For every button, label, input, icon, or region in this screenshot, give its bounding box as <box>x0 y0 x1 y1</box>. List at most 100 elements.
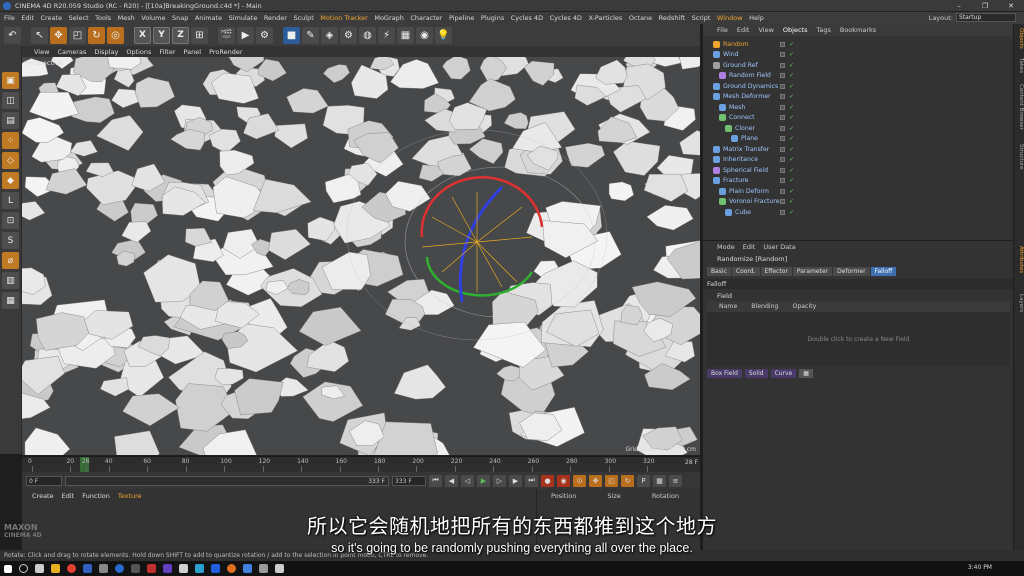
deformer-icon[interactable]: ◍ <box>359 26 376 44</box>
next-key-icon[interactable]: ▶ <box>509 474 522 487</box>
app-icon-4[interactable] <box>115 564 124 573</box>
menu-mograph[interactable]: MoGraph <box>374 14 404 22</box>
render-settings-icon[interactable]: ⚙ <box>256 26 273 44</box>
settings-icon[interactable] <box>275 564 284 573</box>
object-visibility-toggle[interactable] <box>780 41 785 47</box>
play-icon[interactable]: ▶ <box>477 474 490 487</box>
maximize-button[interactable]: ❐ <box>972 0 998 12</box>
layout-select[interactable]: Startup <box>956 13 1016 22</box>
object-tree-row[interactable]: Spherical Field ✓ <box>703 165 1014 176</box>
object-tree-row[interactable]: Plain Deform ✓ <box>703 186 1014 197</box>
object-tree-row[interactable]: Fracture ✓ <box>703 176 1014 187</box>
menu-sculpt[interactable]: Sculpt <box>293 14 313 22</box>
tab-basic[interactable]: Basic <box>707 267 731 276</box>
object-visibility-toggle[interactable] <box>780 104 785 110</box>
param-key-icon[interactable]: P <box>637 474 650 487</box>
tab-parameter[interactable]: Parameter <box>792 267 833 276</box>
polygons-mode-icon[interactable]: ◆ <box>2 172 19 189</box>
menu-script[interactable]: Script <box>692 14 711 22</box>
snapping-icon[interactable]: S <box>2 232 19 249</box>
objmgr-menu-view[interactable]: View <box>758 26 773 34</box>
object-visibility-toggle[interactable] <box>780 94 785 100</box>
file-explorer-icon[interactable] <box>51 564 60 573</box>
axis-mode-icon[interactable]: L <box>2 192 19 209</box>
objmgr-menu-file[interactable]: File <box>717 26 728 34</box>
cube-primitive-icon[interactable]: ■ <box>283 26 300 44</box>
light-icon[interactable]: 💡 <box>435 26 452 44</box>
undo-icon[interactable]: ↶ <box>4 26 21 44</box>
axis-z-button[interactable]: Z <box>172 26 189 44</box>
object-enabled-check-icon[interactable]: ✓ <box>789 188 794 195</box>
object-enabled-check-icon[interactable]: ✓ <box>789 72 794 79</box>
object-enabled-check-icon[interactable]: ✓ <box>789 93 794 100</box>
objmgr-menu-edit[interactable]: Edit <box>737 26 750 34</box>
object-tree-row[interactable]: Ground Dynamics ✓ <box>703 81 1014 92</box>
object-visibility-toggle[interactable] <box>780 62 785 68</box>
next-frame-icon[interactable]: ▷ <box>493 474 506 487</box>
menu-cycles4d[interactable]: Cycles 4D <box>511 14 543 22</box>
axis-y-button[interactable]: Y <box>153 26 170 44</box>
render-view-icon[interactable]: 🎬 <box>218 26 235 44</box>
menu-plugins[interactable]: Plugins <box>481 14 504 22</box>
object-visibility-toggle[interactable] <box>780 83 785 89</box>
chrome-icon[interactable] <box>67 564 76 573</box>
lock-workplane-icon[interactable]: ▦ <box>2 292 19 309</box>
object-tree-row[interactable]: Inheritance ✓ <box>703 155 1014 166</box>
viewport-menu-filter[interactable]: Filter <box>159 48 175 56</box>
menu-tools[interactable]: Tools <box>95 14 111 22</box>
viewport-menu-options[interactable]: Options <box>126 48 151 56</box>
goto-end-icon[interactable]: ⏭ <box>525 474 538 487</box>
object-enabled-check-icon[interactable]: ✓ <box>789 83 794 90</box>
object-enabled-check-icon[interactable]: ✓ <box>789 146 794 153</box>
object-enabled-check-icon[interactable]: ✓ <box>789 156 794 163</box>
camera-icon[interactable]: ◉ <box>416 26 433 44</box>
workplane-mode-icon[interactable]: ▤ <box>2 112 19 129</box>
app-icon-7[interactable] <box>195 564 204 573</box>
objmgr-menu-objects[interactable]: Objects <box>783 26 808 34</box>
box-field-button[interactable]: Box Field <box>707 369 742 378</box>
object-visibility-toggle[interactable] <box>780 188 785 194</box>
rotation-key-icon[interactable]: ↻ <box>621 474 634 487</box>
cloner-icon[interactable]: ⚙ <box>340 26 357 44</box>
task-view-icon[interactable] <box>35 564 44 573</box>
current-frame-field[interactable]: 0 F <box>26 475 62 486</box>
viewport-menu-cameras[interactable]: Cameras <box>57 48 86 56</box>
menu-simulate[interactable]: Simulate <box>229 14 258 22</box>
menu-cycles4d-2[interactable]: Cycles 4D <box>550 14 582 22</box>
tab-effector[interactable]: Effector <box>760 267 792 276</box>
object-visibility-toggle[interactable] <box>780 146 785 152</box>
object-visibility-toggle[interactable] <box>780 73 785 79</box>
subdivision-icon[interactable]: ◈ <box>321 26 338 44</box>
object-tree-row[interactable]: Random ✓ <box>703 39 1014 50</box>
object-enabled-check-icon[interactable]: ✓ <box>789 114 794 121</box>
keyframe-selection-icon[interactable]: ⊙ <box>573 474 586 487</box>
app-icon-8[interactable] <box>243 564 252 573</box>
prev-key-icon[interactable]: ◀ <box>445 474 458 487</box>
timeline-menu-icon[interactable]: ≡ <box>669 474 682 487</box>
material-menu-texture[interactable]: Texture <box>118 492 142 500</box>
object-enabled-check-icon[interactable]: ✓ <box>789 51 794 58</box>
object-tree-row[interactable]: Random Field ✓ <box>703 71 1014 82</box>
field-options-icon[interactable]: ▦ <box>799 369 813 378</box>
goto-start-icon[interactable]: ⏮ <box>429 474 442 487</box>
objmgr-menu-bookmarks[interactable]: Bookmarks <box>840 26 876 34</box>
app-icon-3[interactable] <box>99 564 108 573</box>
attr-menu-edit[interactable]: Edit <box>743 243 756 253</box>
attr-menu-mode[interactable]: Mode <box>717 243 735 253</box>
menu-file[interactable]: File <box>4 14 15 22</box>
solid-field-button[interactable]: Solid <box>744 369 768 378</box>
app-icon-6[interactable] <box>179 564 188 573</box>
viewport-menu-panel[interactable]: Panel <box>184 48 202 56</box>
menu-x-particles[interactable]: X-Particles <box>588 14 622 22</box>
start-windows-icon[interactable] <box>4 564 12 573</box>
position-key-icon[interactable]: ✥ <box>589 474 602 487</box>
menu-create[interactable]: Create <box>40 14 62 22</box>
scale-tool-icon[interactable]: ◰ <box>69 26 86 44</box>
object-tree-row[interactable]: Matrix Transfer ✓ <box>703 144 1014 155</box>
object-enabled-check-icon[interactable]: ✓ <box>789 167 794 174</box>
magnet-icon[interactable]: ⌀ <box>2 252 19 269</box>
menu-edit[interactable]: Edit <box>21 14 34 22</box>
object-tree-row[interactable]: Cube ✓ <box>703 207 1014 218</box>
menu-pipeline[interactable]: Pipeline <box>449 14 474 22</box>
points-mode-icon[interactable]: ⁘ <box>2 132 19 149</box>
